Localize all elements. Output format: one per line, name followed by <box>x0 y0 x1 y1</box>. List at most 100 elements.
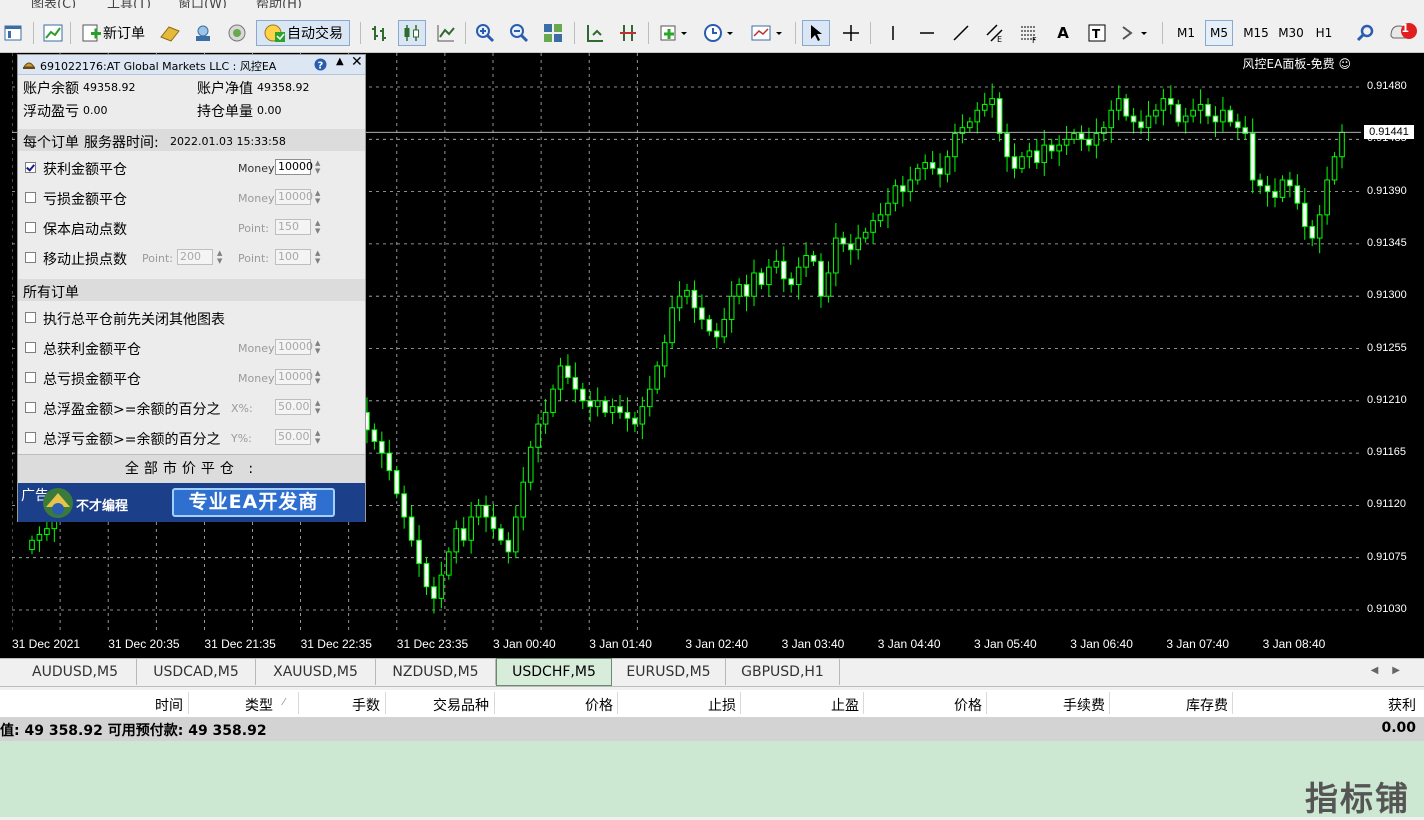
float-loss-pct-spinner[interactable]: ▲ ▼ <box>315 429 323 445</box>
col-symbol[interactable]: 交易品种 <box>433 695 489 715</box>
tab-usdchf[interactable]: USDCHF,M5 <box>496 658 612 686</box>
col-take-profit[interactable]: 止盈 <box>831 695 859 715</box>
navigator-icon[interactable] <box>190 20 216 46</box>
timeframe-m15[interactable]: M15 <box>1240 20 1272 46</box>
candlestick-chart-icon[interactable] <box>398 20 426 46</box>
total-profit-money-input[interactable]: 10000 <box>275 339 313 355</box>
cursor-icon[interactable] <box>802 20 830 46</box>
close-icon[interactable]: ✕ <box>351 54 363 70</box>
col-commission[interactable]: 手续费 <box>1063 695 1105 715</box>
menu-window[interactable]: 窗口(W) <box>178 0 227 8</box>
total-loss-checkbox[interactable] <box>25 372 36 383</box>
candle-body <box>1026 150 1033 158</box>
search-icon[interactable] <box>1352 20 1378 46</box>
ad-brand: 不才编程 <box>76 499 129 514</box>
indicators-dropdown[interactable] <box>656 20 692 46</box>
timeframe-m1[interactable]: M1 <box>1172 20 1200 46</box>
candle-body <box>1175 103 1182 123</box>
trendline-icon[interactable] <box>948 20 974 46</box>
tab-scroll-arrows[interactable]: ◀▶ <box>1371 665 1414 676</box>
auto-scroll-icon[interactable] <box>615 20 641 46</box>
menu-help[interactable]: 帮助(H) <box>256 0 302 8</box>
candle-body <box>907 179 914 193</box>
help-icon[interactable]: ? <box>314 58 327 71</box>
zoom-out-icon[interactable] <box>506 20 532 46</box>
total-loss-spinner[interactable]: ▲ ▼ <box>315 369 323 385</box>
stop-loss-spinner[interactable]: ▲ ▼ <box>315 189 323 205</box>
candle-body <box>840 237 847 245</box>
chart-shift-icon[interactable] <box>582 20 608 46</box>
col-stop-loss[interactable]: 止损 <box>708 695 736 715</box>
collapse-icon[interactable]: ▲ <box>336 56 344 67</box>
trailing-spinner-1[interactable]: ▲ ▼ <box>217 249 225 265</box>
float-loss-pct-input[interactable]: 50.00 <box>275 429 311 445</box>
tab-nzdusd[interactable]: NZDUSD,M5 <box>376 659 496 685</box>
float-profit-pct-input[interactable]: 50.00 <box>275 399 311 415</box>
periods-dropdown[interactable] <box>700 20 738 46</box>
line-chart-icon[interactable] <box>433 20 459 46</box>
bar-chart-icon[interactable] <box>367 20 393 46</box>
floating-pl-value: 0.00 <box>83 104 108 117</box>
float-profit-pct-checkbox[interactable] <box>25 402 36 413</box>
float-profit-pct-spinner[interactable]: ▲ ▼ <box>315 399 323 415</box>
window-icon[interactable] <box>2 20 24 46</box>
templates-dropdown[interactable] <box>747 20 787 46</box>
total-profit-spinner[interactable]: ▲ ▼ <box>315 339 323 355</box>
take-profit-money-input[interactable]: 10000 <box>275 159 313 175</box>
candle-body <box>699 307 705 320</box>
text-label-icon[interactable]: T <box>1084 20 1110 46</box>
stop-loss-checkbox[interactable] <box>25 192 36 203</box>
take-profit-spinner[interactable]: ▲ ▼ <box>315 159 323 175</box>
col-price-current[interactable]: 价格 <box>954 695 982 715</box>
chart-window-icon[interactable] <box>40 20 66 46</box>
tab-eurusd[interactable]: EURUSD,M5 <box>612 659 726 685</box>
col-time[interactable]: 时间 <box>155 695 183 715</box>
trailing-spinner-2[interactable]: ▲ ▼ <box>315 249 323 265</box>
tile-windows-icon[interactable] <box>540 20 566 46</box>
col-lots[interactable]: 手数 <box>352 695 380 715</box>
notifications-icon[interactable]: 1 <box>1386 20 1420 46</box>
ad-banner[interactable]: 广告 不才编程 专业EA开发商 <box>18 483 365 522</box>
tab-xauusd[interactable]: XAUUSD,M5 <box>256 659 376 685</box>
float-loss-pct-checkbox[interactable] <box>25 432 36 443</box>
equidistant-channel-icon[interactable]: E <box>982 20 1008 46</box>
stop-loss-money-input[interactable]: 10000 <box>275 189 313 205</box>
close-all-market-button[interactable]: 全部市价平仓 : <box>18 454 365 483</box>
timeframe-m30[interactable]: M30 <box>1275 20 1307 46</box>
tab-gbpusd[interactable]: GBPUSD,H1 <box>726 659 840 685</box>
signals-icon[interactable] <box>224 20 250 46</box>
col-type[interactable]: 类型 <box>245 695 273 715</box>
market-watch-icon[interactable] <box>157 20 183 46</box>
text-icon[interactable]: A <box>1050 20 1076 46</box>
trailing-point-input-1[interactable]: 200 <box>177 249 213 265</box>
candle-body <box>892 185 899 204</box>
vertical-line-icon[interactable] <box>880 20 906 46</box>
timeframe-h1[interactable]: H1 <box>1310 20 1338 46</box>
col-profit[interactable]: 获利 <box>1388 695 1416 715</box>
zoom-in-icon[interactable] <box>472 20 498 46</box>
fibonacci-icon[interactable]: F <box>1016 20 1042 46</box>
col-swap[interactable]: 库存费 <box>1186 695 1228 715</box>
total-profit-checkbox[interactable] <box>25 342 36 353</box>
auto-trading-button[interactable]: 自动交易 <box>256 20 350 46</box>
breakeven-point-input[interactable]: 150 <box>275 219 311 235</box>
candle-body <box>1212 115 1219 123</box>
candle-body <box>1264 185 1271 193</box>
crosshair-icon[interactable] <box>838 20 864 46</box>
timeframe-m5[interactable]: M5 <box>1205 20 1233 46</box>
menu-tools[interactable]: 工具(T) <box>107 0 151 8</box>
menu-charts[interactable]: 图表(C) <box>31 0 76 8</box>
tab-audusd[interactable]: AUDUSD,M5 <box>14 659 137 685</box>
tab-usdcad[interactable]: USDCAD,M5 <box>137 659 256 685</box>
horizontal-line-icon[interactable] <box>914 20 940 46</box>
trailing-stop-checkbox[interactable] <box>25 252 36 263</box>
breakeven-spinner[interactable]: ▲ ▼ <box>315 219 323 235</box>
take-profit-checkbox[interactable] <box>25 162 36 173</box>
col-price-open[interactable]: 价格 <box>585 695 613 715</box>
close-other-charts-checkbox[interactable] <box>25 312 36 323</box>
trailing-point-input-2[interactable]: 100 <box>275 249 311 265</box>
total-loss-money-input[interactable]: 10000 <box>275 369 313 385</box>
breakeven-checkbox[interactable] <box>25 222 36 233</box>
new-order-button[interactable]: 新订单 <box>74 20 152 46</box>
arrows-dropdown[interactable] <box>1116 20 1154 46</box>
